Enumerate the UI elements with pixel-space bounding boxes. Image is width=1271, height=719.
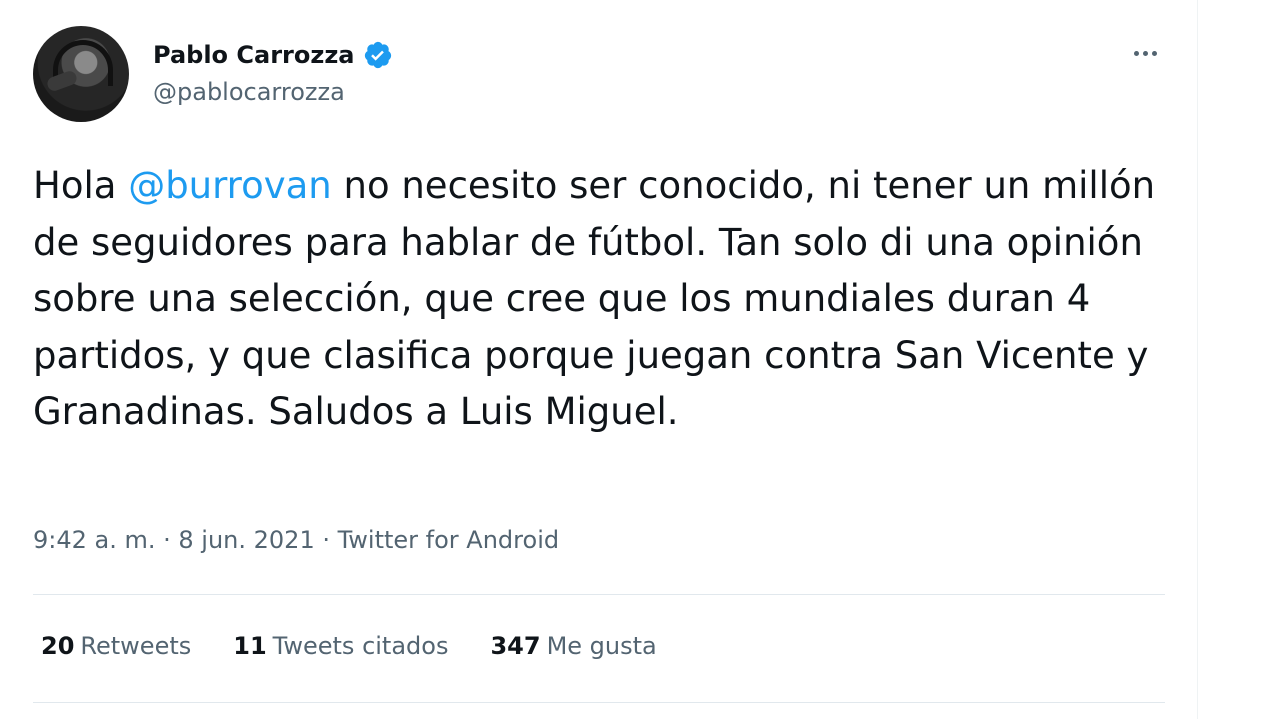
- more-dot: [1151, 50, 1157, 56]
- tweet-date-link[interactable]: 8 jun. 2021: [178, 526, 314, 554]
- likes-count: 347: [490, 632, 541, 660]
- retweets-count: 20: [41, 632, 75, 660]
- avatar-microphone: [45, 69, 79, 93]
- tweet-meta: 9:42 a. m. · 8 jun. 2021 · Twitter for A…: [33, 526, 559, 554]
- quotes-count: 11: [233, 632, 267, 660]
- more-options-icon[interactable]: [1122, 36, 1168, 70]
- divider: [33, 594, 1165, 595]
- likes-stat[interactable]: 347 Me gusta: [490, 632, 656, 660]
- more-dot: [1142, 50, 1148, 56]
- quotes-stat[interactable]: 11 Tweets citados: [233, 632, 448, 660]
- quotes-label: Tweets citados: [272, 632, 449, 660]
- verified-badge-icon: [364, 41, 391, 69]
- author-handle[interactable]: @pablocarrozza: [153, 78, 345, 106]
- retweets-label: Retweets: [80, 632, 192, 660]
- divider: [33, 702, 1165, 703]
- tweet-time-link[interactable]: 9:42 a. m.: [33, 526, 156, 554]
- author-name-row: Pablo Carrozza: [153, 38, 393, 72]
- tweet-source-link[interactable]: Twitter for Android: [338, 526, 559, 554]
- meta-separator: ·: [155, 526, 179, 554]
- meta-separator: ·: [314, 526, 338, 554]
- mention-link[interactable]: @burrovan: [128, 164, 332, 207]
- tweet-stats: 20 Retweets 11 Tweets citados 347 Me gusta: [41, 632, 657, 660]
- retweets-stat[interactable]: 20 Retweets: [41, 632, 191, 660]
- avatar[interactable]: [33, 26, 129, 122]
- more-dot: [1133, 50, 1139, 56]
- likes-label: Me gusta: [546, 632, 657, 660]
- tweet-text: Hola @burrovan no necesito ser conocido,…: [33, 158, 1163, 441]
- tweet-text-before: Hola: [33, 164, 129, 207]
- author-display-name[interactable]: Pablo Carrozza: [153, 41, 355, 69]
- tweet-card: Pablo Carrozza @pablocarrozza Hola @burr…: [0, 0, 1198, 719]
